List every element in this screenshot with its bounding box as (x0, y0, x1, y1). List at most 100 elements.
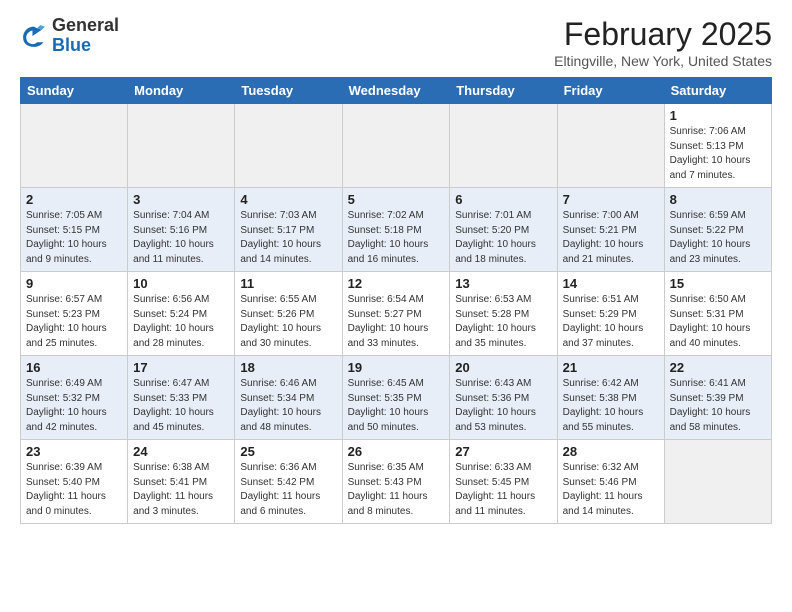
day-info: Sunrise: 7:06 AMSunset: 5:13 PMDaylight:… (670, 125, 766, 183)
day-cell: 25 Sunrise: 6:36 AMSunset: 5:42 PMDayligh… (235, 440, 342, 524)
day-number: 1 (670, 108, 766, 123)
day-cell: 12 Sunrise: 6:54 AMSunset: 5:27 PMDayligh… (342, 272, 450, 356)
day-number: 8 (670, 192, 766, 207)
page: General Blue February 2025 Eltingville, … (0, 0, 792, 540)
day-info: Sunrise: 7:03 AMSunset: 5:17 PMDaylight:… (240, 209, 336, 267)
week-row: 23 Sunrise: 6:39 AMSunset: 5:40 PMDayligh… (21, 440, 772, 524)
day-cell: 11 Sunrise: 6:55 AMSunset: 5:26 PMDayligh… (235, 272, 342, 356)
day-info: Sunrise: 6:46 AMSunset: 5:34 PMDaylight:… (240, 377, 336, 435)
day-number: 26 (348, 444, 445, 459)
title-block: February 2025 Eltingville, New York, Uni… (554, 16, 772, 69)
day-cell: 9 Sunrise: 6:57 AMSunset: 5:23 PMDaylight… (21, 272, 128, 356)
day-info: Sunrise: 6:36 AMSunset: 5:42 PMDaylight:… (240, 461, 336, 519)
day-cell: 21Sunrise: 6:42 AMSunset: 5:38 PMDayligh… (557, 356, 664, 440)
day-info: Sunrise: 7:02 AMSunset: 5:18 PMDaylight:… (348, 209, 445, 267)
week-row: 9 Sunrise: 6:57 AMSunset: 5:23 PMDaylight… (21, 272, 772, 356)
day-number: 24 (133, 444, 229, 459)
day-cell (557, 104, 664, 188)
day-info: Sunrise: 6:54 AMSunset: 5:27 PMDaylight:… (348, 293, 445, 351)
day-cell: 4 Sunrise: 7:03 AMSunset: 5:17 PMDaylight… (235, 188, 342, 272)
day-cell: 10 Sunrise: 6:56 AMSunset: 5:24 PMDayligh… (128, 272, 235, 356)
day-number: 10 (133, 276, 229, 291)
day-number: 19 (348, 360, 445, 375)
weekday-header: Monday (128, 78, 235, 104)
day-info: Sunrise: 6:53 AMSunset: 5:28 PMDaylight:… (455, 293, 551, 351)
weekday-header: Saturday (664, 78, 771, 104)
weekday-header-row: SundayMondayTuesdayWednesdayThursdayFrid… (21, 78, 772, 104)
day-cell: 15Sunrise: 6:50 AMSunset: 5:31 PMDayligh… (664, 272, 771, 356)
weekday-header: Sunday (21, 78, 128, 104)
day-cell: 1 Sunrise: 7:06 AMSunset: 5:13 PMDaylight… (664, 104, 771, 188)
weekday-header: Wednesday (342, 78, 450, 104)
day-info: Sunrise: 6:56 AMSunset: 5:24 PMDaylight:… (133, 293, 229, 351)
month-title: February 2025 (554, 16, 772, 53)
day-number: 11 (240, 276, 336, 291)
day-number: 3 (133, 192, 229, 207)
weekday-header: Friday (557, 78, 664, 104)
day-cell: 28 Sunrise: 6:32 AMSunset: 5:46 PMDayligh… (557, 440, 664, 524)
day-number: 12 (348, 276, 445, 291)
day-cell: 27Sunrise: 6:33 AMSunset: 5:45 PMDayligh… (450, 440, 557, 524)
logo-icon (20, 22, 48, 50)
day-cell: 13 Sunrise: 6:53 AMSunset: 5:28 PMDayligh… (450, 272, 557, 356)
logo-general: General (52, 15, 119, 35)
day-cell: 6Sunrise: 7:01 AMSunset: 5:20 PMDaylight… (450, 188, 557, 272)
day-number: 20 (455, 360, 551, 375)
day-cell: 24 Sunrise: 6:38 AMSunset: 5:41 PMDayligh… (128, 440, 235, 524)
day-number: 28 (563, 444, 659, 459)
day-number: 13 (455, 276, 551, 291)
day-info: Sunrise: 6:35 AMSunset: 5:43 PMDaylight:… (348, 461, 445, 519)
day-cell: 3 Sunrise: 7:04 AMSunset: 5:16 PMDaylight… (128, 188, 235, 272)
day-number: 14 (563, 276, 659, 291)
day-number: 23 (26, 444, 122, 459)
day-cell (235, 104, 342, 188)
day-info: Sunrise: 6:43 AMSunset: 5:36 PMDaylight:… (455, 377, 551, 435)
logo: General Blue (20, 16, 119, 56)
day-cell: 2 Sunrise: 7:05 AMSunset: 5:15 PMDaylight… (21, 188, 128, 272)
weekday-header: Thursday (450, 78, 557, 104)
day-info: Sunrise: 6:49 AMSunset: 5:32 PMDaylight:… (26, 377, 122, 435)
day-info: Sunrise: 7:01 AMSunset: 5:20 PMDaylight:… (455, 209, 551, 267)
day-info: Sunrise: 6:33 AMSunset: 5:45 PMDaylight:… (455, 461, 551, 519)
day-cell: 19 Sunrise: 6:45 AMSunset: 5:35 PMDayligh… (342, 356, 450, 440)
day-number: 22 (670, 360, 766, 375)
day-cell: 17 Sunrise: 6:47 AMSunset: 5:33 PMDayligh… (128, 356, 235, 440)
day-number: 5 (348, 192, 445, 207)
day-cell: 22 Sunrise: 6:41 AMSunset: 5:39 PMDayligh… (664, 356, 771, 440)
day-info: Sunrise: 6:39 AMSunset: 5:40 PMDaylight:… (26, 461, 122, 519)
location: Eltingville, New York, United States (554, 53, 772, 69)
day-info: Sunrise: 7:05 AMSunset: 5:15 PMDaylight:… (26, 209, 122, 267)
day-number: 9 (26, 276, 122, 291)
day-cell (450, 104, 557, 188)
calendar: SundayMondayTuesdayWednesdayThursdayFrid… (20, 77, 772, 524)
day-info: Sunrise: 6:57 AMSunset: 5:23 PMDaylight:… (26, 293, 122, 351)
day-cell: 16Sunrise: 6:49 AMSunset: 5:32 PMDayligh… (21, 356, 128, 440)
day-info: Sunrise: 6:45 AMSunset: 5:35 PMDaylight:… (348, 377, 445, 435)
day-info: Sunrise: 7:04 AMSunset: 5:16 PMDaylight:… (133, 209, 229, 267)
day-cell: 20 Sunrise: 6:43 AMSunset: 5:36 PMDayligh… (450, 356, 557, 440)
day-number: 2 (26, 192, 122, 207)
day-info: Sunrise: 6:41 AMSunset: 5:39 PMDaylight:… (670, 377, 766, 435)
day-info: Sunrise: 6:50 AMSunset: 5:31 PMDaylight:… (670, 293, 766, 351)
day-info: Sunrise: 6:38 AMSunset: 5:41 PMDaylight:… (133, 461, 229, 519)
day-number: 17 (133, 360, 229, 375)
day-number: 21 (563, 360, 659, 375)
day-cell: 5 Sunrise: 7:02 AMSunset: 5:18 PMDaylight… (342, 188, 450, 272)
day-number: 25 (240, 444, 336, 459)
day-info: Sunrise: 6:55 AMSunset: 5:26 PMDaylight:… (240, 293, 336, 351)
day-info: Sunrise: 6:32 AMSunset: 5:46 PMDaylight:… (563, 461, 659, 519)
logo-blue: Blue (52, 35, 91, 55)
weekday-header: Tuesday (235, 78, 342, 104)
day-cell: 14Sunrise: 6:51 AMSunset: 5:29 PMDayligh… (557, 272, 664, 356)
day-cell (128, 104, 235, 188)
day-info: Sunrise: 6:47 AMSunset: 5:33 PMDaylight:… (133, 377, 229, 435)
day-number: 4 (240, 192, 336, 207)
day-cell (664, 440, 771, 524)
day-info: Sunrise: 7:00 AMSunset: 5:21 PMDaylight:… (563, 209, 659, 267)
day-number: 7 (563, 192, 659, 207)
day-cell: 8Sunrise: 6:59 AMSunset: 5:22 PMDaylight… (664, 188, 771, 272)
header: General Blue February 2025 Eltingville, … (20, 16, 772, 69)
day-cell (342, 104, 450, 188)
day-cell: 18Sunrise: 6:46 AMSunset: 5:34 PMDayligh… (235, 356, 342, 440)
logo-text: General Blue (52, 16, 119, 56)
